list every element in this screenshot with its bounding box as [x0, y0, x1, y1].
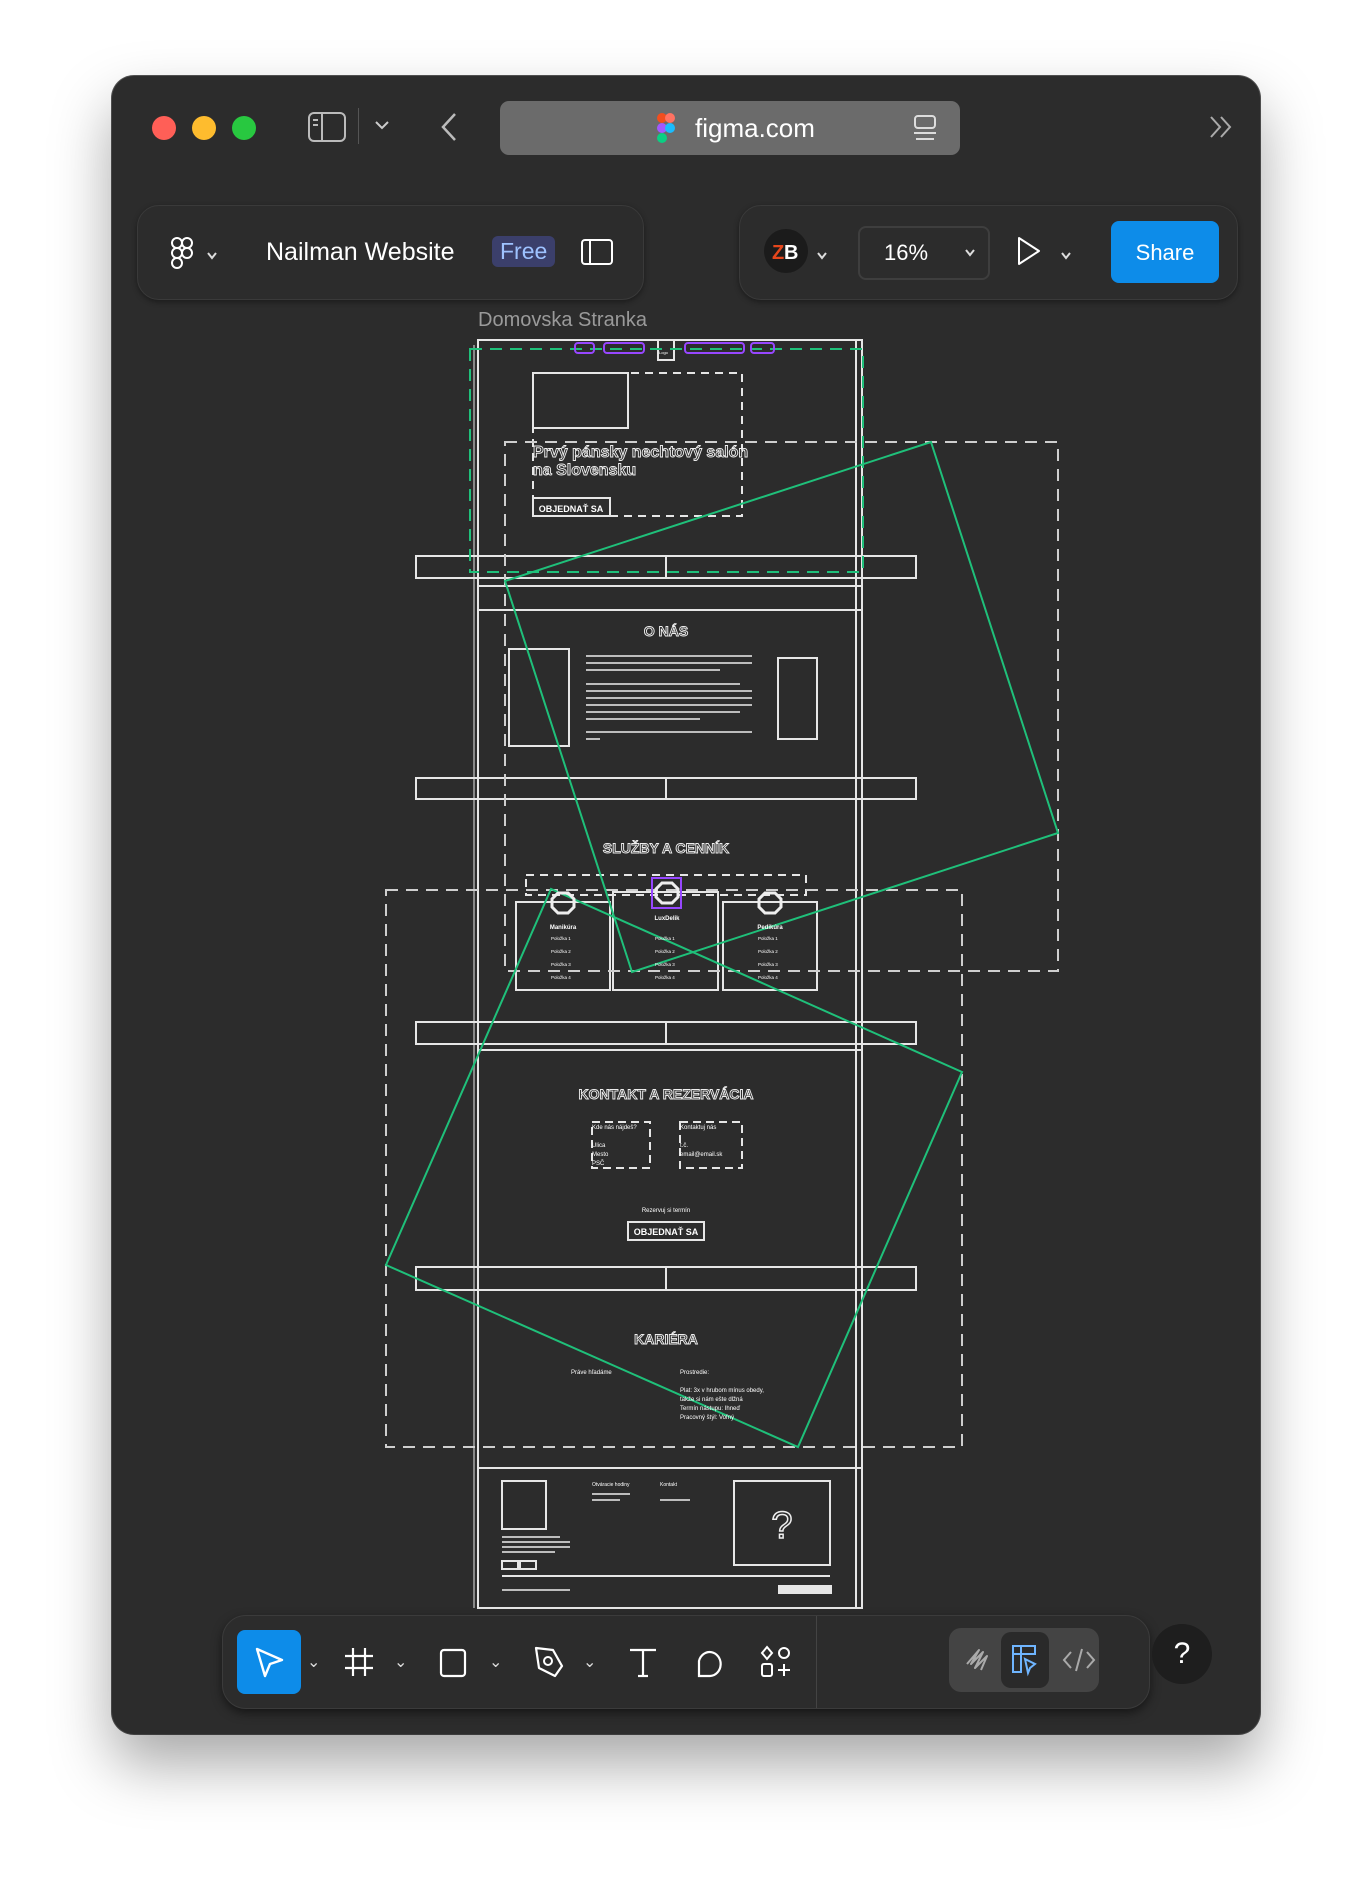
- canvas-text: Položka 2: [551, 949, 571, 954]
- nav-logo-text: Logo: [659, 350, 669, 355]
- frame-tool-button[interactable]: [327, 1630, 391, 1694]
- services-heading: SLUŽBY A CENNÍK: [603, 839, 729, 856]
- comment-tool-button[interactable]: [678, 1630, 742, 1694]
- career-heading: KARIÉRA: [634, 1331, 698, 1347]
- comment-icon: [697, 1650, 722, 1678]
- canvas-text: Otváracie hodiny: [592, 1482, 630, 1488]
- canvas-text: PSČ: [592, 1160, 605, 1167]
- chevron-down-icon[interactable]: ⌄: [489, 1652, 502, 1672]
- rectangle-tool-button[interactable]: [421, 1630, 485, 1694]
- hero-button-label: OBJEDNAŤ SA: [539, 503, 604, 514]
- chevron-down-icon[interactable]: ⌄: [307, 1652, 320, 1672]
- canvas-text: Položka 2: [655, 949, 675, 954]
- contact-title: Kontaktuj nás: [680, 1125, 716, 1131]
- design-ruler-icon: [1012, 1645, 1037, 1677]
- frame-icon: [345, 1648, 373, 1676]
- canvas-text: Mesto: [592, 1152, 609, 1158]
- canvas-text: Položka 2: [758, 949, 778, 954]
- rotated-frame-outline[interactable]: [503, 440, 1060, 974]
- contact-button-label: OBJEDNAŤ SA: [634, 1226, 699, 1237]
- canvas-text: Položka 3: [758, 962, 778, 967]
- text-tool-button[interactable]: [611, 1630, 675, 1694]
- service-name: Manikúra: [550, 925, 577, 931]
- canvas-text: Ulica: [592, 1143, 606, 1149]
- about-paragraph: [502, 655, 752, 1591]
- cursor-icon: [255, 1647, 284, 1678]
- canvas-text: Položka 3: [551, 962, 571, 967]
- text-icon: [630, 1648, 656, 1678]
- canvas-text: Položka 1: [655, 936, 675, 941]
- rotated-frame-outline[interactable]: [384, 887, 964, 1449]
- canvas-text: Pracovný štýl: Voľný: [680, 1415, 734, 1421]
- divider: [816, 1616, 817, 1708]
- contact-where-title: Kde nás nájdeš?: [592, 1125, 637, 1131]
- canvas-text: Položka 4: [758, 975, 778, 980]
- canvas-text: Položka 1: [758, 936, 778, 941]
- hero-image-placeholder[interactable]: [532, 372, 629, 429]
- footer-image[interactable]: [501, 1480, 547, 1530]
- canvas-text: t.č.: [680, 1143, 688, 1149]
- canvas-text: Položka 4: [655, 975, 675, 980]
- design-mode-button[interactable]: [1001, 1632, 1049, 1688]
- frame-label[interactable]: Domovska Stranka: [478, 309, 648, 331]
- canvas-text: Rezervuj si termín: [642, 1208, 690, 1214]
- browser-window: figma.com Nailman Website Free ZB 16% Sh…: [112, 76, 1260, 1734]
- hero-title: Prvý pánsky nechtový salón: [533, 444, 748, 461]
- about-image-left[interactable]: [508, 648, 570, 747]
- chevron-down-icon[interactable]: ⌄: [583, 1652, 596, 1672]
- rectangle-icon: [439, 1648, 467, 1678]
- about-image-right[interactable]: [777, 657, 818, 740]
- service-name: LuxDelik: [654, 916, 680, 922]
- canvas-text: Položka 4: [551, 975, 571, 980]
- about-heading: O NÁS: [644, 623, 688, 639]
- help-button[interactable]: ?: [1152, 1624, 1212, 1684]
- rotated-group-bounds: [504, 441, 1059, 972]
- contact-heading: KONTAKT A REZERVÁCIA: [579, 1086, 754, 1102]
- hero-title: na Slovensku: [533, 462, 636, 479]
- draw-mode-icon[interactable]: [961, 1642, 997, 1683]
- design-canvas[interactable]: Domovska Stranka Logo Prvý pánsky nechto…: [112, 76, 1260, 1734]
- canvas-text: Termín nástupu: Ihneď: [680, 1406, 740, 1412]
- canvas-text: email@email.sk: [680, 1152, 723, 1158]
- pen-icon: [534, 1646, 564, 1678]
- question-placeholder: ?: [771, 1505, 792, 1547]
- mode-switcher: [949, 1628, 1099, 1692]
- service-name: Pedikúra: [757, 925, 783, 931]
- assets-tool-button[interactable]: [744, 1630, 808, 1694]
- move-tool-button[interactable]: [237, 1630, 301, 1694]
- canvas-text: Práve hľadáme: [571, 1370, 612, 1376]
- rotated-group-bounds: [385, 889, 963, 1448]
- canvas-text: takže si nám ešte dlžná: [680, 1397, 743, 1403]
- dev-mode-code-icon[interactable]: [1061, 1644, 1097, 1681]
- canvas-text: Prostredie:: [680, 1370, 709, 1376]
- canvas-text: Položka 1: [551, 936, 571, 941]
- canvas-text: Plat: 3x v hrubom mínus obedy,: [680, 1388, 764, 1394]
- page-frame[interactable]: [477, 339, 863, 1609]
- bottom-toolbar: ⌄ ⌄ ⌄ ⌄: [222, 1615, 1150, 1709]
- chevron-down-icon[interactable]: ⌄: [394, 1652, 407, 1672]
- canvas-text: Kontakt: [660, 1482, 678, 1488]
- canvas-text: Položka 3: [655, 962, 675, 967]
- pen-tool-button[interactable]: [517, 1630, 581, 1694]
- assets-icon: [760, 1645, 790, 1677]
